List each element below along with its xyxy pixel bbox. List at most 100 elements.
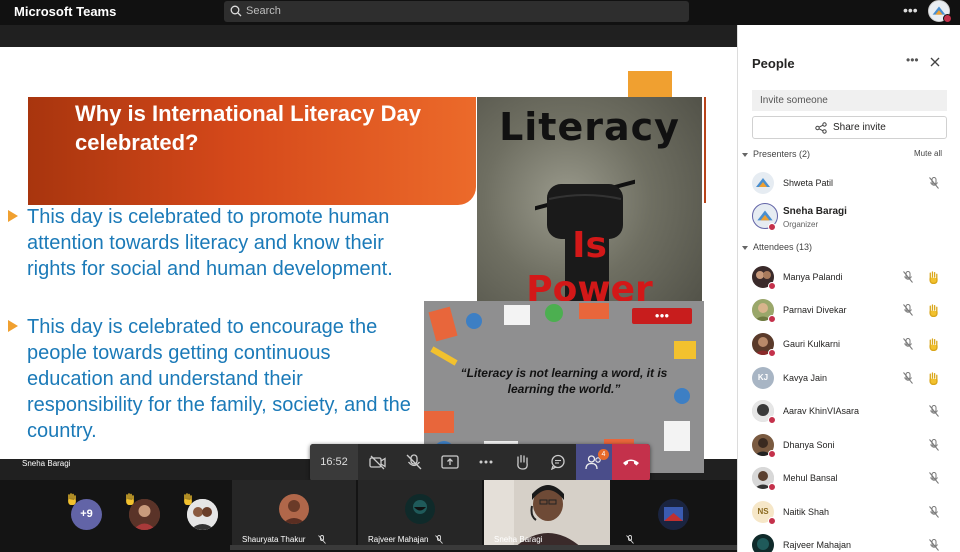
app-title: Microsoft Teams: [14, 4, 117, 19]
strip-scrollbar[interactable]: [230, 545, 737, 550]
participant-name: Mehul Bansal: [783, 473, 838, 483]
participant-row[interactable]: KJ Kavya Jain: [738, 363, 960, 393]
slide-divider: [704, 97, 706, 203]
mic-off-icon: [903, 372, 913, 384]
participant-row[interactable]: Rajveer Mahajan: [738, 530, 960, 552]
participant-avatar[interactable]: [658, 499, 689, 530]
slide-bullet-2: This day is celebrated to encourage the …: [27, 316, 411, 442]
slide-accent-tab: [628, 71, 672, 97]
participant-tile[interactable]: Rajveer Mahajan: [358, 480, 482, 548]
show-participants-button[interactable]: 4: [576, 444, 612, 481]
participant-avatar: [752, 172, 774, 194]
participant-name: Sneha Baragi: [494, 535, 543, 544]
participant-avatar: KJ: [752, 367, 774, 389]
mic-off-icon: [929, 439, 939, 451]
raise-hand-icon: [517, 454, 528, 470]
mic-off-icon: [929, 539, 939, 551]
camera-toggle-button[interactable]: [360, 444, 396, 481]
participant-name: Shweta Patil: [783, 178, 834, 188]
participant-name: Rajveer Mahajan: [368, 535, 429, 544]
participant-row[interactable]: Sneha Baragi Organizer: [738, 201, 960, 235]
user-avatar[interactable]: [928, 0, 952, 23]
slide-quote: “Literacy is not learning a word, it is …: [460, 366, 668, 396]
raised-hand-icon: [68, 493, 76, 505]
participant-row[interactable]: Shweta Patil: [738, 168, 960, 198]
channel-logo-badge: ●●●: [632, 308, 692, 324]
presence-busy-indicator: [768, 223, 776, 231]
share-invite-button[interactable]: Share invite: [752, 116, 947, 139]
participant-photo-icon: [752, 534, 774, 552]
participant-name: Dhanya Soni: [783, 440, 835, 450]
presence-busy-indicator: [768, 282, 776, 290]
invite-someone-input[interactable]: [752, 90, 947, 111]
search-input[interactable]: Search: [246, 5, 281, 17]
participant-name: Rajveer Mahajan: [783, 540, 852, 550]
mic-off-icon: [929, 506, 939, 518]
participant-role: Organizer: [783, 220, 819, 229]
presence-busy-indicator: [768, 450, 776, 458]
bullet-arrow-icon: [8, 320, 18, 332]
participant-video-tile[interactable]: Sneha Baragi: [484, 480, 610, 548]
participant-name: Sneha Baragi: [783, 206, 847, 217]
more-actions-button[interactable]: [468, 444, 504, 481]
participant-name: Aarav KhinVIAsara: [783, 406, 860, 416]
participant-row[interactable]: Parnavi Divekar: [738, 295, 960, 325]
participant-row[interactable]: Mehul Bansal: [738, 463, 960, 493]
leave-call-button[interactable]: [612, 444, 650, 481]
share-screen-icon: [441, 455, 459, 469]
mic-off-icon: [929, 472, 939, 484]
participant-avatar: [405, 494, 435, 524]
profile-logo-icon: [756, 178, 770, 187]
mic-off-icon: [929, 177, 939, 189]
mic-toggle-button[interactable]: [396, 444, 432, 481]
meeting-controls-bar: 16:52 4: [310, 444, 650, 481]
participant-count-badge: 4: [598, 449, 609, 460]
raised-hand-icon: [126, 493, 134, 505]
presenters-section-header[interactable]: Presenters (2): [742, 149, 810, 159]
meeting-timer: 16:52: [310, 444, 358, 481]
attendees-section-header[interactable]: Attendees (13): [742, 242, 812, 252]
meeting-stage: Why is International Literacy Day celebr…: [0, 25, 737, 552]
raise-hand-button[interactable]: [504, 444, 540, 481]
participant-row[interactable]: Manya Palandi: [738, 262, 960, 292]
title-bar: Microsoft Teams Search •••: [0, 0, 960, 25]
literacy-is-power-image: Literacy Is Power: [477, 97, 702, 326]
raised-hand-icon: [929, 304, 938, 317]
panel-more-options-icon[interactable]: •••: [906, 53, 919, 67]
mic-off-icon: [626, 535, 634, 544]
participant-row[interactable]: NS Naitik Shah: [738, 497, 960, 527]
chat-button[interactable]: [540, 444, 576, 481]
participant-row[interactable]: Dhanya Soni: [738, 430, 960, 460]
share-content-button[interactable]: [432, 444, 468, 481]
share-invite-label: Share invite: [833, 122, 886, 133]
participant-row[interactable]: Aarav KhinVIAsara: [738, 396, 960, 426]
video-off-icon: [369, 455, 386, 470]
raised-hand-icon: [929, 338, 938, 351]
mute-all-button[interactable]: Mute all: [914, 149, 942, 158]
participant-row[interactable]: Gauri Kulkarni: [738, 329, 960, 359]
presence-busy-indicator: [768, 416, 776, 424]
mic-off-icon: [406, 454, 422, 470]
participant-avatar: [752, 534, 774, 552]
raised-hand-icon: [929, 271, 938, 284]
share-icon: [815, 122, 827, 134]
slide-title: Why is International Literacy Day celebr…: [75, 101, 421, 155]
participant-name: Naitik Shah: [783, 507, 830, 517]
participant-name: Gauri Kulkarni: [783, 339, 841, 349]
mic-off-icon: [903, 338, 913, 350]
panel-title: People: [752, 56, 795, 71]
participant-name: Shauryata Thakur: [242, 535, 306, 544]
presence-busy-indicator: [768, 349, 776, 357]
mic-off-icon: [929, 405, 939, 417]
more-options-icon[interactable]: •••: [903, 2, 918, 18]
participant-tile[interactable]: Shauryata Thakur: [232, 480, 356, 548]
bullet-arrow-icon: [8, 210, 18, 222]
mic-off-icon: [318, 535, 326, 544]
raised-hand-icon: [929, 372, 938, 385]
chat-icon: [550, 454, 565, 470]
chevron-down-icon: [742, 152, 748, 157]
search-box[interactable]: Search: [224, 1, 689, 22]
close-icon[interactable]: [929, 56, 941, 68]
more-icon: [479, 460, 493, 464]
participant-photo-icon: [658, 499, 689, 530]
